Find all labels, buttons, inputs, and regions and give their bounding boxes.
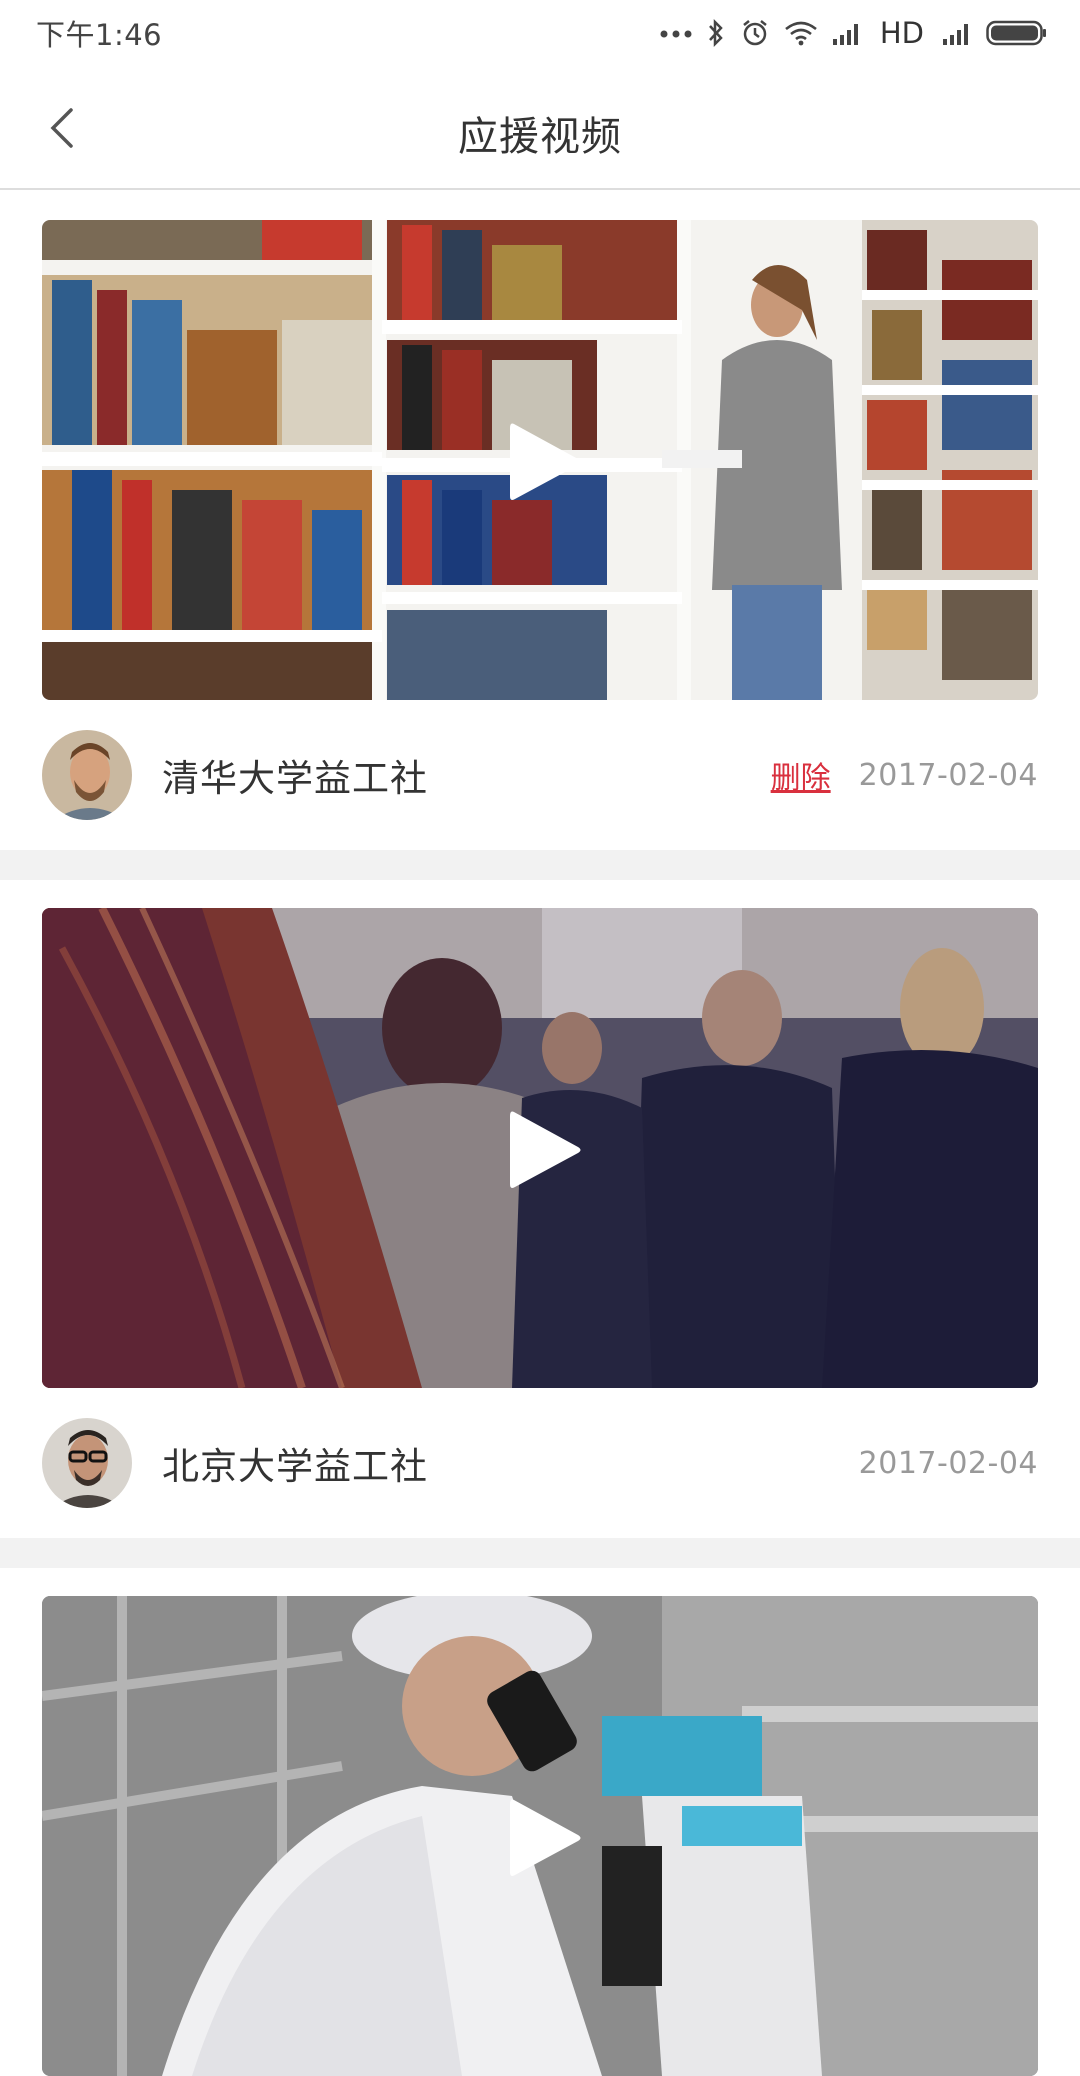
page-title: 应援视频	[458, 114, 622, 160]
video-thumbnail[interactable]	[42, 1596, 1038, 2076]
video-card: 北京大学益工社 2017-02-04	[0, 880, 1080, 1538]
play-icon	[510, 1799, 581, 1876]
post-date: 2017-02-04	[858, 757, 1038, 793]
video-meta-row: 北京大学益工社 2017-02-04	[42, 1388, 1038, 1538]
card-divider	[0, 850, 1080, 880]
status-bar: 下午1:46 HD	[0, 0, 1080, 66]
nav-bar: 应援视频	[0, 66, 1080, 190]
network-type-label: HD	[879, 16, 924, 50]
bluetooth-icon	[708, 18, 723, 48]
alarm-icon	[743, 20, 767, 46]
more-dots-icon	[660, 30, 692, 38]
author-name[interactable]: 清华大学益工社	[162, 748, 771, 802]
avatar[interactable]	[42, 1418, 132, 1508]
video-list: 清华大学益工社 删除 2017-02-04 北京大学益工社 2017-02-04	[0, 192, 1080, 2076]
play-icon	[510, 1111, 581, 1188]
post-date: 2017-02-04	[858, 1445, 1038, 1481]
status-time: 下午1:46	[36, 18, 163, 52]
delete-link[interactable]: 删除	[771, 753, 831, 797]
card-divider	[0, 1538, 1080, 1568]
video-meta-row: 清华大学益工社 删除 2017-02-04	[42, 700, 1038, 850]
signal-icon	[832, 24, 858, 45]
video-thumbnail[interactable]	[42, 220, 1038, 700]
battery-icon	[986, 20, 1046, 46]
video-card: 清华大学益工社 删除 2017-02-04	[0, 192, 1080, 850]
video-thumbnail[interactable]	[42, 908, 1038, 1388]
signal-icon	[943, 24, 968, 45]
status-icons: HD	[660, 13, 1048, 53]
author-name[interactable]: 北京大学益工社	[162, 1436, 859, 1490]
video-card	[0, 1568, 1080, 2076]
avatar[interactable]	[42, 730, 132, 820]
wifi-icon	[785, 21, 817, 46]
play-icon	[510, 423, 581, 500]
